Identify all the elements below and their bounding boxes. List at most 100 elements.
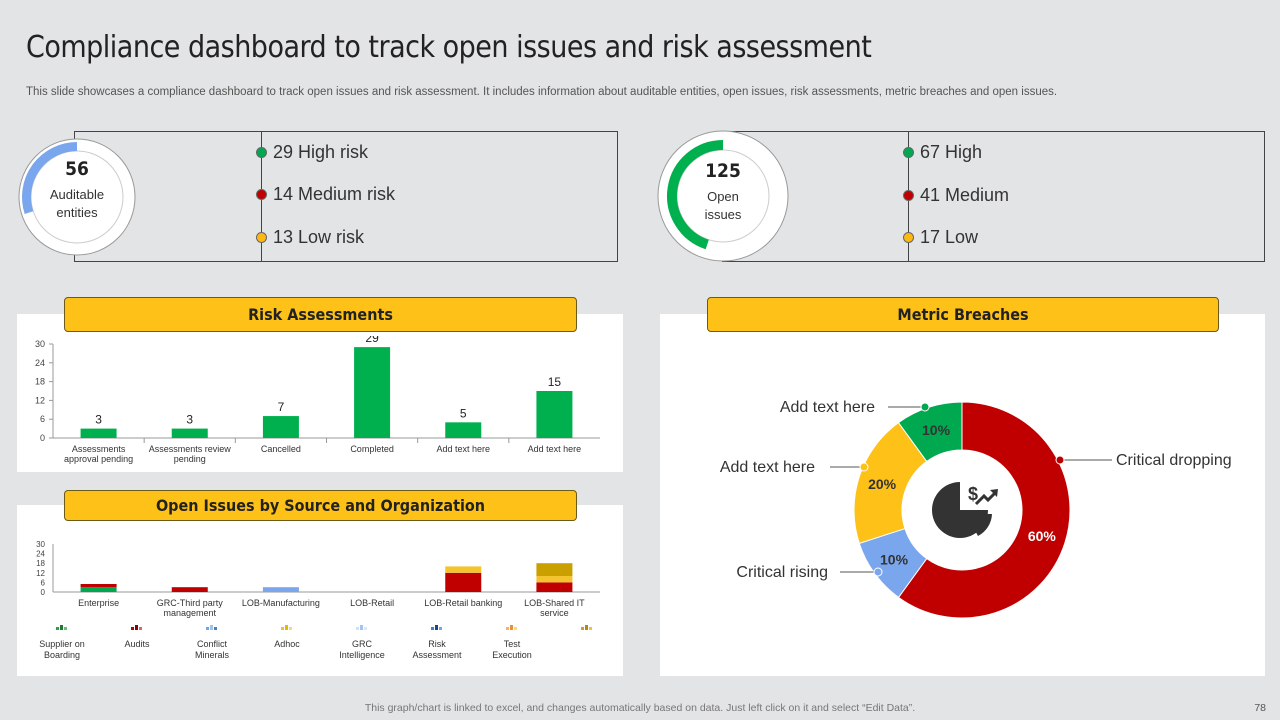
- legend-swatch-icon: [506, 627, 509, 630]
- legend-swatch-icon: [131, 627, 134, 630]
- callout-dot: [873, 567, 883, 577]
- stacked-bar-segment: [536, 576, 573, 583]
- metric-breaches-chart: 60% 10% 20% 10% Critical dropping Critical ri…: [720, 399, 1232, 619]
- legend-swatch-icon: [56, 627, 59, 630]
- legend-swatch-icon: [589, 627, 592, 630]
- legend-swatch-icon: [514, 627, 517, 630]
- stacked-bar-segment: [171, 587, 208, 592]
- legend-swatch-icon: [585, 625, 588, 630]
- legend-label: Assessment: [412, 650, 462, 660]
- high-dot-icon: [903, 147, 914, 158]
- callout-label: Critical dropping: [1116, 452, 1232, 469]
- metric-breaches-title: Metric Breaches: [707, 297, 1219, 332]
- legend-swatch-icon: [435, 625, 438, 630]
- x-tick-label: Add text here: [436, 444, 490, 454]
- legend-swatch-icon: [285, 625, 288, 630]
- x-tick-label: pending: [174, 454, 206, 464]
- callout-label: Critical rising: [736, 564, 828, 581]
- high-dot-icon: [256, 147, 267, 158]
- bar: [445, 422, 482, 438]
- low-dot-icon: [903, 232, 914, 243]
- kpi-left-item-medium: 14 Medium risk: [256, 184, 395, 205]
- y-tick-label: 6: [41, 578, 46, 587]
- bar-value-label: 3: [186, 413, 193, 427]
- y-tick-label: 0: [41, 588, 46, 597]
- bar-value-label: 7: [278, 400, 285, 414]
- legend-swatch-icon: [510, 625, 513, 630]
- callout-label: Add text here: [780, 399, 875, 416]
- kpi-right-item-text: 17 Low: [920, 227, 979, 247]
- stacked-bar-segment: [536, 582, 573, 592]
- callout-dot: [920, 402, 930, 412]
- kpi-left-item-text: 14 Medium risk: [273, 184, 396, 204]
- y-tick-label: 12: [35, 395, 45, 405]
- kpi-right-item-high: 67 High: [903, 142, 982, 163]
- kpi-left-item-low: 13 Low risk: [256, 227, 364, 248]
- kpi-left-item-text: 29 High risk: [273, 142, 369, 162]
- open-issues-chart: 0612182430 Enterprise GRC-Third partymanag…: [36, 540, 600, 660]
- legend-label: GRC: [352, 639, 373, 649]
- bar-value-label: 15: [548, 375, 562, 389]
- x-tick-label: Assessments: [72, 444, 126, 454]
- y-tick-label: 18: [35, 377, 45, 387]
- bar: [80, 428, 117, 438]
- kpi-right-item-medium: 41 Medium: [903, 185, 1009, 206]
- page-title: Compliance dashboard to track open issue…: [26, 30, 872, 65]
- svg-text:$: $: [968, 484, 978, 504]
- low-dot-icon: [256, 232, 267, 243]
- donut-pct-label: 10%: [922, 422, 951, 438]
- x-tick-label: management: [163, 608, 216, 618]
- auditable-label-line1: Auditable: [49, 187, 105, 202]
- y-tick-label: 24: [36, 550, 45, 559]
- legend-label: Risk: [428, 639, 446, 649]
- legend-swatch-icon: [439, 627, 442, 630]
- open-issues-title: Open Issues by Source and Organization: [64, 490, 577, 521]
- x-tick-label: LOB-Retail: [350, 598, 394, 608]
- callout-dot: [1055, 455, 1065, 465]
- legend-label: Intelligence: [339, 650, 385, 660]
- legend-label: Supplier on: [39, 639, 85, 649]
- page-number: 78: [1254, 702, 1266, 714]
- stacked-bar-segment: [445, 572, 482, 592]
- legend-swatch-icon: [210, 625, 213, 630]
- legend-swatch-icon: [60, 625, 63, 630]
- y-tick-label: 30: [36, 540, 45, 549]
- stacked-bar-segment: [80, 584, 117, 588]
- legend-swatch-icon: [135, 625, 138, 630]
- callout-dot: [859, 462, 869, 472]
- kpi-right-item-text: 67 High: [920, 142, 983, 162]
- kpi-left-item-high: 29 High risk: [256, 142, 368, 163]
- legend-swatch-icon: [364, 627, 367, 630]
- y-tick-label: 12: [36, 569, 45, 578]
- legend-label: Minerals: [195, 650, 230, 660]
- bar-value-label: 5: [460, 406, 467, 420]
- stacked-bar-segment: [445, 566, 482, 573]
- y-tick-label: 24: [35, 358, 45, 368]
- legend-swatch-icon: [360, 625, 363, 630]
- x-tick-label: LOB-Manufacturing: [242, 598, 320, 608]
- bar-value-label: 3: [95, 413, 102, 427]
- x-tick-label: GRC-Third party: [157, 598, 224, 608]
- donut-pct-label: 10%: [880, 551, 909, 567]
- open-issues-label-line2: issues: [704, 207, 742, 222]
- x-tick-label: Assessments review: [149, 444, 232, 454]
- pie-dollar-icon: $: [932, 482, 998, 538]
- kpi-right-item-text: 41 Medium: [920, 185, 1010, 205]
- legend-label: Adhoc: [274, 639, 300, 649]
- medium-dot-icon: [256, 189, 267, 200]
- bar-value-label: 29: [365, 336, 379, 345]
- y-tick-label: 0: [40, 433, 45, 443]
- y-tick-label: 18: [36, 559, 45, 568]
- stacked-bar-segment: [80, 587, 117, 592]
- open-issues-label: 125 Open issues: [656, 162, 790, 224]
- y-tick-label: 30: [35, 339, 45, 349]
- legend-label: Boarding: [44, 650, 80, 660]
- risk-assessments-chart: 0 6 12 18 24 30 3 Assessmentsapproval pending 3 A…: [35, 336, 600, 464]
- bar: [262, 416, 299, 438]
- legend-swatch-icon: [139, 627, 142, 630]
- legend-label: Audits: [124, 639, 150, 649]
- footer-note: This graph/chart is linked to excel, and…: [364, 702, 916, 714]
- kpi-right-item-low: 17 Low: [903, 227, 978, 248]
- risk-assessments-title: Risk Assessments: [64, 297, 577, 332]
- auditable-entities-count: 56: [65, 158, 89, 180]
